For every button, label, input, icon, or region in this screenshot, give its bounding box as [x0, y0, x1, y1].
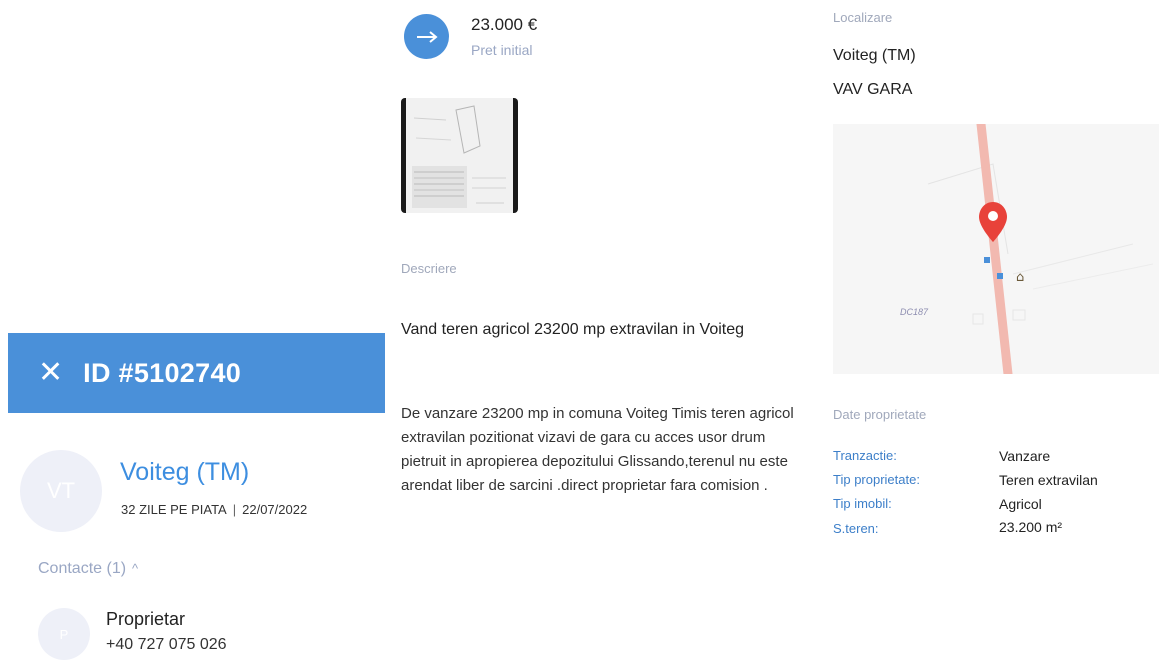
property-value-tip-proprietate: Teren extravilan — [999, 472, 1098, 488]
arrow-right-icon — [404, 14, 449, 59]
description-title: Vand teren agricol 23200 mp extravilan i… — [401, 321, 745, 338]
contact-avatar: P — [38, 608, 90, 660]
days-on-market: 32 ZILE PE PIATA — [121, 502, 227, 517]
contacts-label: Contacte (1) — [38, 560, 127, 577]
contact-role: Proprietar — [106, 609, 186, 629]
property-photo-thumbnail[interactable] — [401, 98, 518, 213]
property-value-suprafata-teren: 23.200 m² — [999, 519, 1063, 535]
listing-meta: 32 ZILE PE PIATA | 22/07/2022 — [121, 502, 307, 517]
location-section-label: Localizare — [833, 10, 893, 25]
property-key-suprafata-teren: S.teren: — [833, 521, 879, 536]
property-section-label: Date proprietate — [833, 407, 927, 422]
location-city: Voiteg (TM) — [833, 47, 916, 64]
svg-text:⌂: ⌂ — [1016, 270, 1024, 285]
property-key-tranzactie: Tranzactie: — [833, 448, 897, 463]
property-key-tip-imobil: Tip imobil: — [833, 496, 892, 511]
listing-date: 22/07/2022 — [242, 502, 308, 517]
location-map[interactable]: ⌂ DC187 — [833, 124, 1159, 374]
listing-id: ID #5102740 — [83, 357, 242, 388]
contact-phone[interactable]: +40 727 075 026 — [106, 636, 227, 654]
close-icon[interactable]: ✕ — [38, 358, 63, 388]
description-section-label: Descriere — [401, 261, 457, 276]
map-road-label: DC187 — [900, 307, 929, 317]
location-area: VAV GARA — [833, 81, 913, 98]
property-key-tip-proprietate: Tip proprietate: — [833, 472, 920, 487]
document-plan-image — [406, 98, 513, 213]
owner-avatar: VT — [20, 450, 102, 532]
description-body: De vanzare 23200 mp in comuna Voiteg Tim… — [401, 405, 794, 494]
price-value: 23.000 € — [471, 15, 538, 34]
property-value-tip-imobil: Agricol — [999, 496, 1042, 512]
contacts-toggle[interactable]: Contacte (1) ^ — [38, 560, 138, 578]
meta-separator: | — [232, 502, 237, 517]
price-label: Pret initial — [471, 42, 533, 58]
chevron-up-icon: ^ — [132, 561, 139, 576]
listing-id-bar: ✕ ID #5102740 — [8, 333, 385, 413]
owner-city[interactable]: Voiteg (TM) — [120, 458, 249, 487]
property-value-tranzactie: Vanzare — [999, 448, 1051, 464]
